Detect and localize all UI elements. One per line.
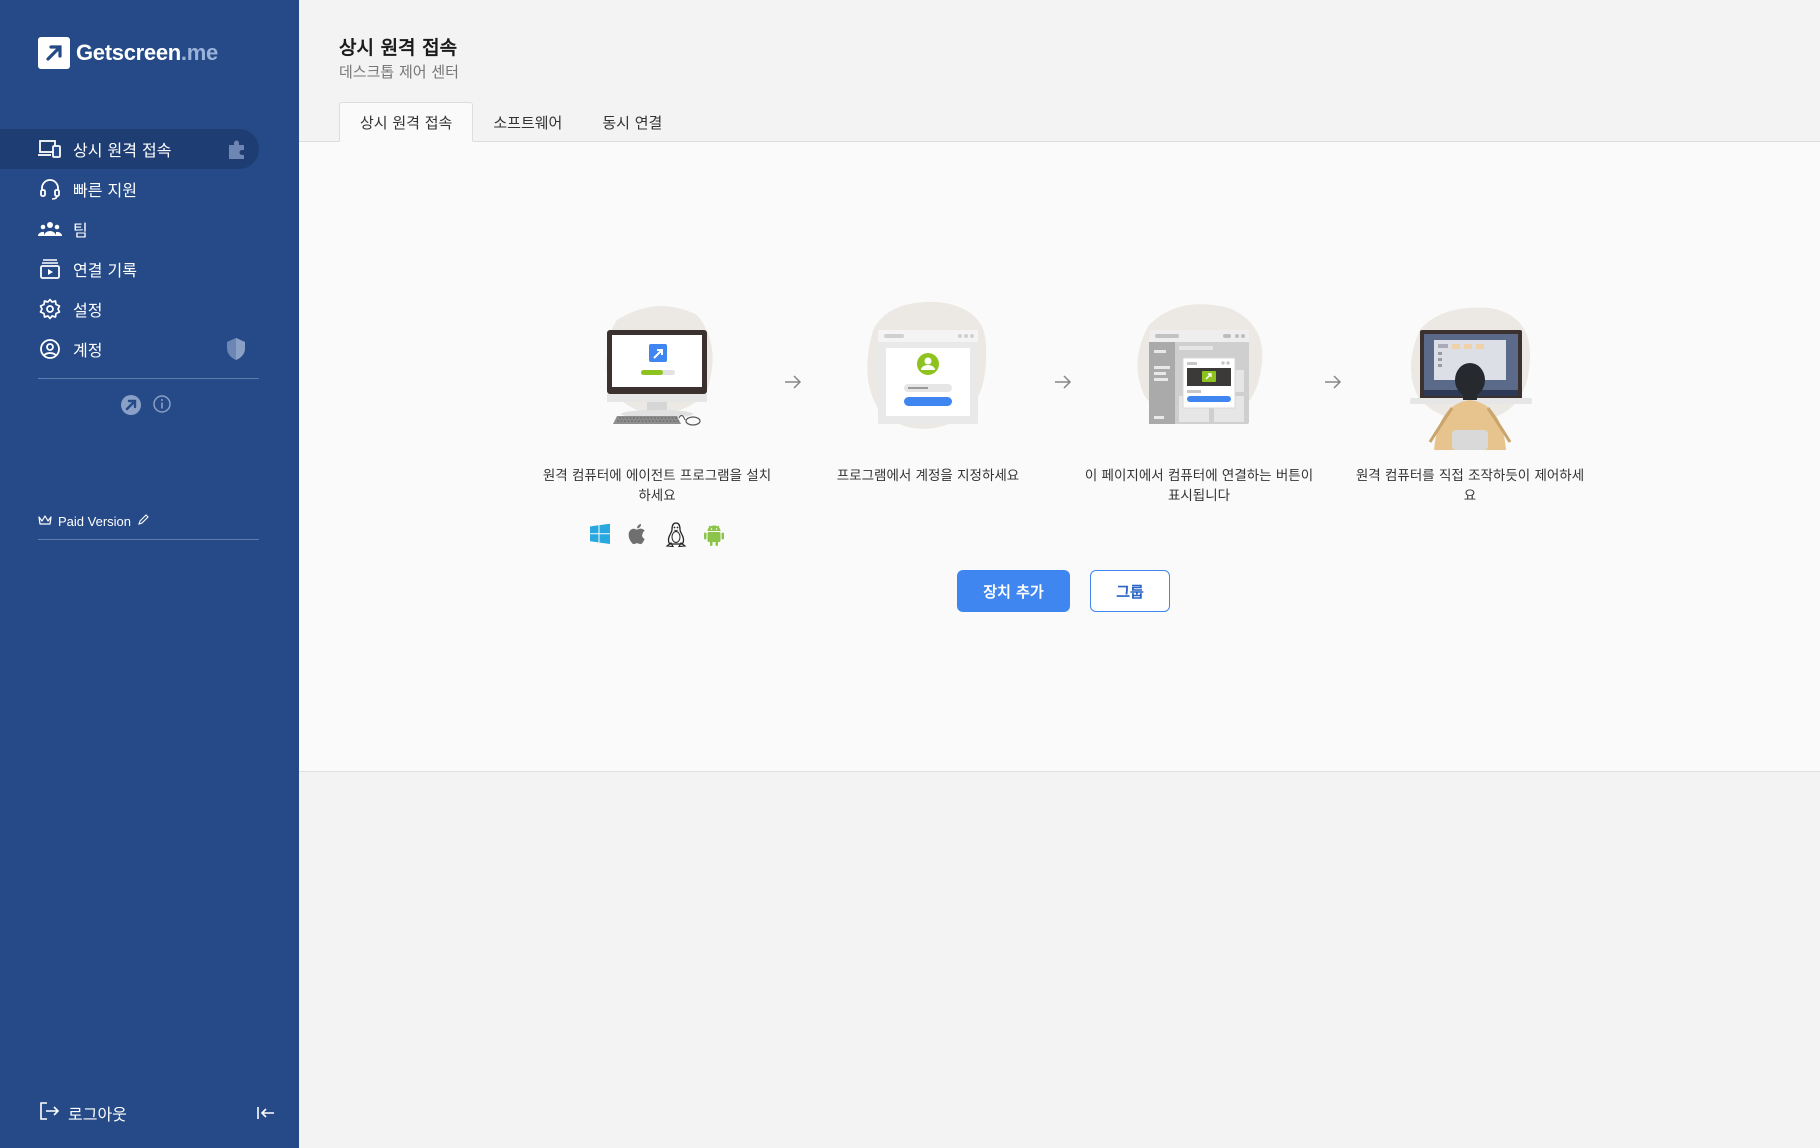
sidebar-mini-icons <box>120 394 172 420</box>
os-icons <box>588 522 726 552</box>
sidebar-item-label: 빠른 지원 <box>73 181 137 200</box>
step-caption: 원격 컴퓨터를 직접 조작하듯이 제어하세요 <box>1355 468 1585 504</box>
sidebar-item-label: 팀 <box>73 221 88 240</box>
arrow-right-icon <box>1323 372 1343 392</box>
headset-icon <box>38 177 62 201</box>
sidebar-item-history[interactable]: 연결 기록 <box>0 249 299 289</box>
sidebar: Getscreen.me 상시 원격 접속 빠른 지원 팀 연결 기록 설정 계… <box>0 0 299 1148</box>
arrow-right-icon <box>783 372 803 392</box>
computer-illustration <box>577 300 737 450</box>
apple-icon[interactable] <box>626 522 650 552</box>
crown-icon <box>38 514 52 529</box>
sidebar-nav: 상시 원격 접속 빠른 지원 팀 연결 기록 설정 계정 <box>0 129 299 369</box>
sidebar-divider <box>38 539 259 540</box>
sidebar-item-account[interactable]: 계정 <box>0 329 299 369</box>
collapse-sidebar-icon[interactable] <box>256 1105 276 1124</box>
step-remote-control: 원격 컴퓨터를 직접 조작하듯이 제어하세요 <box>1355 300 1585 506</box>
dashboard-illustration <box>1119 300 1279 450</box>
team-icon <box>38 217 62 241</box>
step-assign-account: 프로그램에서 계정을 지정하세요 <box>813 300 1043 486</box>
person-at-computer-illustration <box>1390 300 1550 450</box>
puzzle-icon[interactable] <box>225 137 249 161</box>
group-button[interactable]: 그룹 <box>1090 570 1170 612</box>
sidebar-item-permanent-access[interactable]: 상시 원격 접속 <box>0 129 259 169</box>
page-subtitle: 데스크톱 제어 센터 <box>339 63 459 81</box>
logout-label: 로그아웃 <box>68 1105 127 1124</box>
linux-icon[interactable] <box>664 522 688 552</box>
sidebar-item-label: 설정 <box>73 301 103 320</box>
step-caption: 원격 컴퓨터에 에이전트 프로그램을 설치하세요 <box>542 468 772 504</box>
logo[interactable]: Getscreen.me <box>38 37 218 69</box>
step-connect-button: 이 페이지에서 컴퓨터에 연결하는 버튼이 표시됩니다 <box>1084 300 1314 506</box>
logo-mark-icon <box>38 37 70 69</box>
step-install-agent: 원격 컴퓨터에 에이전트 프로그램을 설치하세요 <box>542 300 772 506</box>
sidebar-item-label: 연결 기록 <box>73 261 137 280</box>
tab-software[interactable]: 소프트웨어 <box>473 102 582 142</box>
page-title: 상시 원격 접속 <box>339 37 458 59</box>
tab-concurrent-connections[interactable]: 동시 연결 <box>582 102 682 142</box>
shield-icon[interactable] <box>225 337 249 361</box>
logout-button[interactable]: 로그아웃 <box>38 1101 127 1125</box>
step-caption: 이 페이지에서 컴퓨터에 연결하는 버튼이 표시됩니다 <box>1084 468 1314 504</box>
info-icon[interactable] <box>152 394 172 420</box>
sidebar-item-quick-support[interactable]: 빠른 지원 <box>0 169 299 209</box>
sidebar-item-label: 상시 원격 접속 <box>73 141 172 160</box>
gear-icon <box>38 297 62 321</box>
windows-icon[interactable] <box>588 522 612 552</box>
tab-bar: 상시 원격 접속 소프트웨어 동시 연결 <box>339 102 682 142</box>
arrow-right-icon <box>1053 372 1073 392</box>
devices-icon <box>38 137 62 161</box>
content-panel <box>299 142 1820 772</box>
step-caption: 프로그램에서 계정을 지정하세요 <box>836 468 1020 484</box>
pencil-icon[interactable] <box>137 514 149 529</box>
paid-version[interactable]: Paid Version <box>38 514 149 529</box>
logout-icon <box>38 1101 60 1125</box>
sidebar-item-settings[interactable]: 설정 <box>0 289 299 329</box>
paid-version-label: Paid Version <box>58 514 131 529</box>
tab-permanent-access[interactable]: 상시 원격 접속 <box>339 102 474 142</box>
logo-text: Getscreen.me <box>76 40 218 65</box>
android-icon[interactable] <box>702 522 726 552</box>
history-icon <box>38 257 62 281</box>
sidebar-item-team[interactable]: 팀 <box>0 209 299 249</box>
getscreen-logo-icon[interactable] <box>120 394 142 420</box>
sidebar-divider <box>38 378 259 379</box>
sidebar-item-label: 계정 <box>73 341 103 360</box>
account-icon <box>38 337 62 361</box>
add-device-button[interactable]: 장치 추가 <box>957 570 1070 612</box>
login-window-illustration <box>848 300 1008 450</box>
